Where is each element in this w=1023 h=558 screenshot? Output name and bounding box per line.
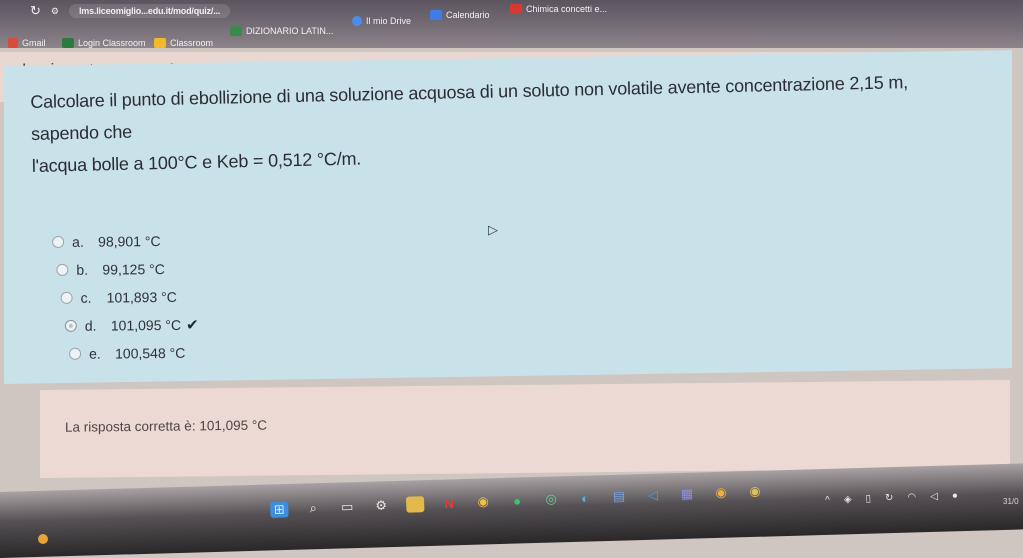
- question-feedback: La risposta corretta è: 101,095 °C: [40, 379, 1010, 478]
- youtube-icon: [510, 4, 522, 14]
- option-value: 101,095 °C: [110, 316, 182, 334]
- teams-icon[interactable]: ▦: [678, 486, 697, 503]
- netflix-icon[interactable]: N: [440, 495, 459, 512]
- option-b[interactable]: b. 99,125 °C: [56, 255, 198, 284]
- chevron-up-icon[interactable]: ^: [825, 495, 830, 506]
- bookmark-dizionario-latino[interactable]: DIZIONARIO LATIN...: [230, 26, 333, 36]
- option-letter: a.: [72, 233, 84, 250]
- radio-button[interactable]: [56, 263, 69, 276]
- bookmark-label: Il mio Drive: [366, 16, 412, 26]
- option-d[interactable]: d. 101,095 °C ✔: [64, 311, 199, 340]
- bookmark-label: Chimica concetti e...: [526, 4, 608, 14]
- bookmark-gmail[interactable]: Gmail: [8, 38, 46, 48]
- windows-icon[interactable]: ⊞: [270, 501, 289, 518]
- dropbox-icon[interactable]: ◈: [844, 494, 852, 505]
- option-a[interactable]: a. 98,901 °C: [52, 227, 198, 256]
- classroom-icon: [154, 38, 166, 48]
- task-view-icon[interactable]: ▭: [338, 499, 357, 516]
- chrome-alt-icon[interactable]: ◉: [712, 484, 731, 501]
- sync-icon[interactable]: ↻: [885, 493, 894, 504]
- option-value: 100,548 °C: [115, 344, 186, 362]
- correct-answer-text: La risposta corretta è: 101,095 °C: [65, 417, 268, 435]
- bookmark-label: Login Classroom: [78, 38, 146, 48]
- file-explorer-icon[interactable]: [405, 496, 425, 513]
- classroom-icon: [62, 38, 74, 48]
- option-value: 101,893 °C: [106, 288, 177, 306]
- search-icon[interactable]: ⌕: [304, 500, 323, 517]
- option-letter: d.: [84, 317, 97, 334]
- chrome-icon[interactable]: ◉: [474, 493, 493, 510]
- correct-check-icon: ✔: [185, 316, 199, 334]
- option-letter: b.: [76, 261, 89, 278]
- bookmark-calendario[interactable]: Calendario: [430, 10, 490, 20]
- power-icon[interactable]: ●: [952, 490, 958, 501]
- option-value: 98,901 °C: [98, 233, 161, 250]
- clock[interactable]: 31/0: [1003, 497, 1019, 506]
- wifi-icon[interactable]: ◠: [907, 492, 916, 503]
- bookmark-label: DIZIONARIO LATIN...: [246, 26, 334, 36]
- dictionary-icon: [230, 26, 242, 36]
- whatsapp-icon[interactable]: ◎: [542, 491, 561, 508]
- taskbar: [0, 463, 1023, 558]
- radio-button[interactable]: [52, 235, 65, 248]
- option-c[interactable]: c. 101,893 °C: [60, 283, 198, 312]
- chrome-profile-icon[interactable]: ◉: [746, 483, 765, 500]
- bookmarks-bar: Gmail Login Classroom Classroom DIZIONAR…: [0, 0, 1023, 48]
- answer-options: a. 98,901 °C b. 99,125 °C c. 101,893 °C …: [52, 227, 199, 368]
- vscode-icon[interactable]: ◁: [644, 487, 663, 504]
- notes-icon[interactable]: ▤: [610, 488, 629, 505]
- bookmark-drive[interactable]: Il mio Drive: [352, 16, 411, 26]
- bookmark-classroom[interactable]: Classroom: [154, 38, 213, 48]
- browser-chrome: ↻ ⚙ lms.liceomiglio...edu.it/mod/quiz/..…: [0, 0, 1023, 48]
- volume-icon[interactable]: ◁: [930, 491, 938, 502]
- bookmark-label: Classroom: [170, 38, 214, 48]
- mouse-cursor-icon: ▷: [488, 222, 498, 237]
- option-e[interactable]: e. 100,548 °C: [69, 339, 199, 368]
- edge-icon[interactable]: ◐: [576, 490, 595, 507]
- drive-icon: [352, 16, 362, 26]
- battery-icon[interactable]: ▯: [865, 493, 871, 504]
- gmail-icon: [8, 38, 18, 48]
- bookmark-label: Calendario: [446, 10, 490, 20]
- calendar-icon: [430, 10, 442, 20]
- option-letter: e.: [89, 345, 101, 362]
- bookmark-chimica[interactable]: Chimica concetti e...: [510, 4, 607, 14]
- settings-icon[interactable]: ⚙: [372, 497, 391, 514]
- radio-button-selected[interactable]: [64, 319, 77, 332]
- bookmark-label: Gmail: [22, 38, 46, 48]
- spotify-icon[interactable]: ●: [508, 492, 527, 509]
- desktop-app-icon[interactable]: [38, 534, 48, 544]
- option-value: 99,125 °C: [102, 261, 165, 278]
- bookmark-login-classroom[interactable]: Login Classroom: [62, 38, 146, 48]
- radio-button[interactable]: [60, 291, 73, 304]
- option-letter: c.: [80, 289, 92, 306]
- radio-button[interactable]: [69, 347, 82, 360]
